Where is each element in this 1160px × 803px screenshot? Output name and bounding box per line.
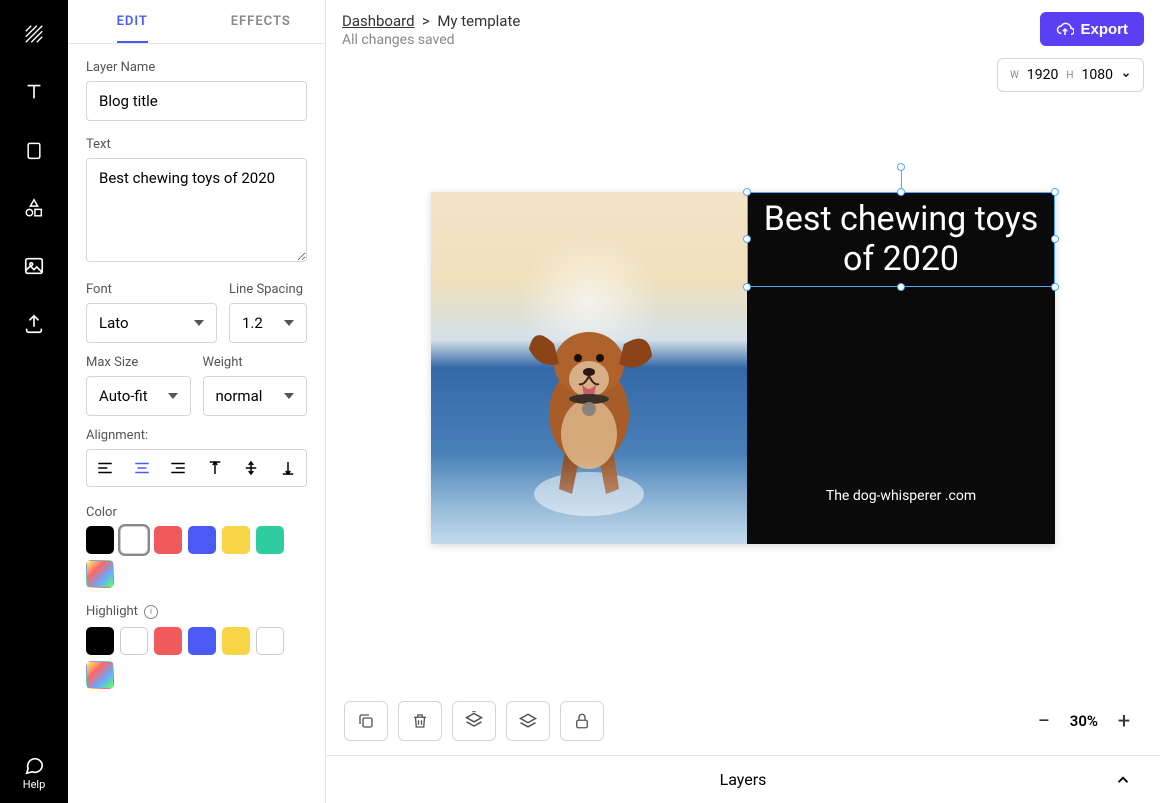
- max-size-label: Max Size: [86, 355, 191, 370]
- max-size-select[interactable]: Auto-fit: [86, 376, 191, 416]
- upload-icon[interactable]: [14, 304, 54, 344]
- hl-swatch-black[interactable]: [86, 627, 114, 655]
- layers-label: Layers: [720, 770, 767, 789]
- tab-effects[interactable]: EFFECTS: [197, 0, 326, 43]
- layer-name-input[interactable]: [86, 81, 307, 121]
- topbar: Dashboard > My template All changes save…: [326, 0, 1160, 48]
- image-icon[interactable]: [14, 246, 54, 286]
- breadcrumb: Dashboard > My template: [342, 12, 520, 30]
- hl-swatch-red[interactable]: [154, 627, 182, 655]
- save-status: All changes saved: [342, 32, 520, 48]
- info-icon[interactable]: i: [144, 605, 158, 619]
- layer-up-button[interactable]: [452, 701, 496, 741]
- hl-swatch-none[interactable]: [256, 627, 284, 655]
- line-spacing-select[interactable]: 1.2: [229, 303, 307, 343]
- help-label: Help: [23, 778, 46, 791]
- main-area: Dashboard > My template All changes save…: [326, 0, 1160, 803]
- swatch-yellow[interactable]: [222, 526, 250, 554]
- zoom-controls: − 30% +: [1026, 702, 1142, 740]
- cloud-upload-icon: [1056, 20, 1074, 38]
- align-bottom-button[interactable]: [270, 450, 307, 486]
- tab-edit[interactable]: EDIT: [68, 0, 197, 43]
- color-label: Color: [86, 505, 307, 520]
- hl-swatch-blue[interactable]: [188, 627, 216, 655]
- help-button[interactable]: Help: [23, 754, 46, 791]
- bottom-toolbar: − 30% +: [326, 687, 1160, 755]
- breadcrumb-current: My template: [437, 12, 520, 30]
- align-left-button[interactable]: [87, 450, 124, 486]
- zoom-value: 30%: [1062, 712, 1106, 730]
- rectangle-icon[interactable]: [14, 130, 54, 170]
- texture-icon[interactable]: [14, 14, 54, 54]
- canvas-subtitle-text: The dog-whisperer .com: [826, 488, 976, 504]
- breadcrumb-dashboard-link[interactable]: Dashboard: [342, 12, 415, 30]
- text-icon[interactable]: [14, 72, 54, 112]
- swatch-picker[interactable]: [86, 560, 114, 588]
- chevron-up-icon: [1114, 771, 1132, 789]
- align-right-button[interactable]: [160, 450, 197, 486]
- color-swatches: [86, 526, 307, 588]
- template-text-panel: Best chewing toys of 2020 The dog-whispe…: [747, 192, 1055, 544]
- font-select[interactable]: Lato: [86, 303, 217, 343]
- highlight-swatches: [86, 627, 307, 689]
- swatch-red[interactable]: [154, 526, 182, 554]
- swatch-white[interactable]: [120, 526, 148, 554]
- duplicate-button[interactable]: [344, 701, 388, 741]
- align-center-button[interactable]: [124, 450, 161, 486]
- left-rail: Help: [0, 0, 68, 803]
- lock-button[interactable]: [560, 701, 604, 741]
- template-preview[interactable]: Best chewing toys of 2020 The dog-whispe…: [431, 192, 1055, 544]
- hl-swatch-yellow[interactable]: [222, 627, 250, 655]
- highlight-label: Highlight i: [86, 604, 307, 619]
- swatch-teal[interactable]: [256, 526, 284, 554]
- zoom-in-button[interactable]: +: [1106, 702, 1142, 740]
- properties-panel: EDIT EFFECTS Layer Name Text Best chewin…: [68, 0, 326, 803]
- panel-tabs: EDIT EFFECTS: [68, 0, 325, 44]
- align-middle-button[interactable]: [233, 450, 270, 486]
- hl-swatch-picker[interactable]: [86, 661, 114, 689]
- text-label: Text: [86, 137, 307, 152]
- chat-icon: [23, 754, 45, 776]
- export-button[interactable]: Export: [1040, 12, 1144, 46]
- selected-text-layer[interactable]: Best chewing toys of 2020: [747, 192, 1055, 288]
- font-label: Font: [86, 282, 217, 297]
- layer-down-button[interactable]: [506, 701, 550, 741]
- alignment-label: Alignment:: [86, 428, 307, 443]
- canvas[interactable]: Best chewing toys of 2020 The dog-whispe…: [326, 48, 1160, 687]
- line-spacing-label: Line Spacing: [229, 282, 307, 297]
- delete-button[interactable]: [398, 701, 442, 741]
- weight-label: Weight: [203, 355, 308, 370]
- zoom-out-button[interactable]: −: [1026, 702, 1062, 740]
- hl-swatch-white[interactable]: [120, 627, 148, 655]
- layer-name-label: Layer Name: [86, 60, 307, 75]
- weight-select[interactable]: normal: [203, 376, 308, 416]
- align-top-button[interactable]: [197, 450, 234, 486]
- alignment-group: [86, 449, 307, 487]
- text-input[interactable]: Best chewing toys of 2020: [86, 158, 307, 262]
- swatch-blue[interactable]: [188, 526, 216, 554]
- swatch-black[interactable]: [86, 526, 114, 554]
- shapes-icon[interactable]: [14, 188, 54, 228]
- template-image: [431, 192, 747, 544]
- layers-toggle[interactable]: Layers: [326, 755, 1160, 803]
- canvas-title-text: Best chewing toys of 2020: [758, 199, 1044, 281]
